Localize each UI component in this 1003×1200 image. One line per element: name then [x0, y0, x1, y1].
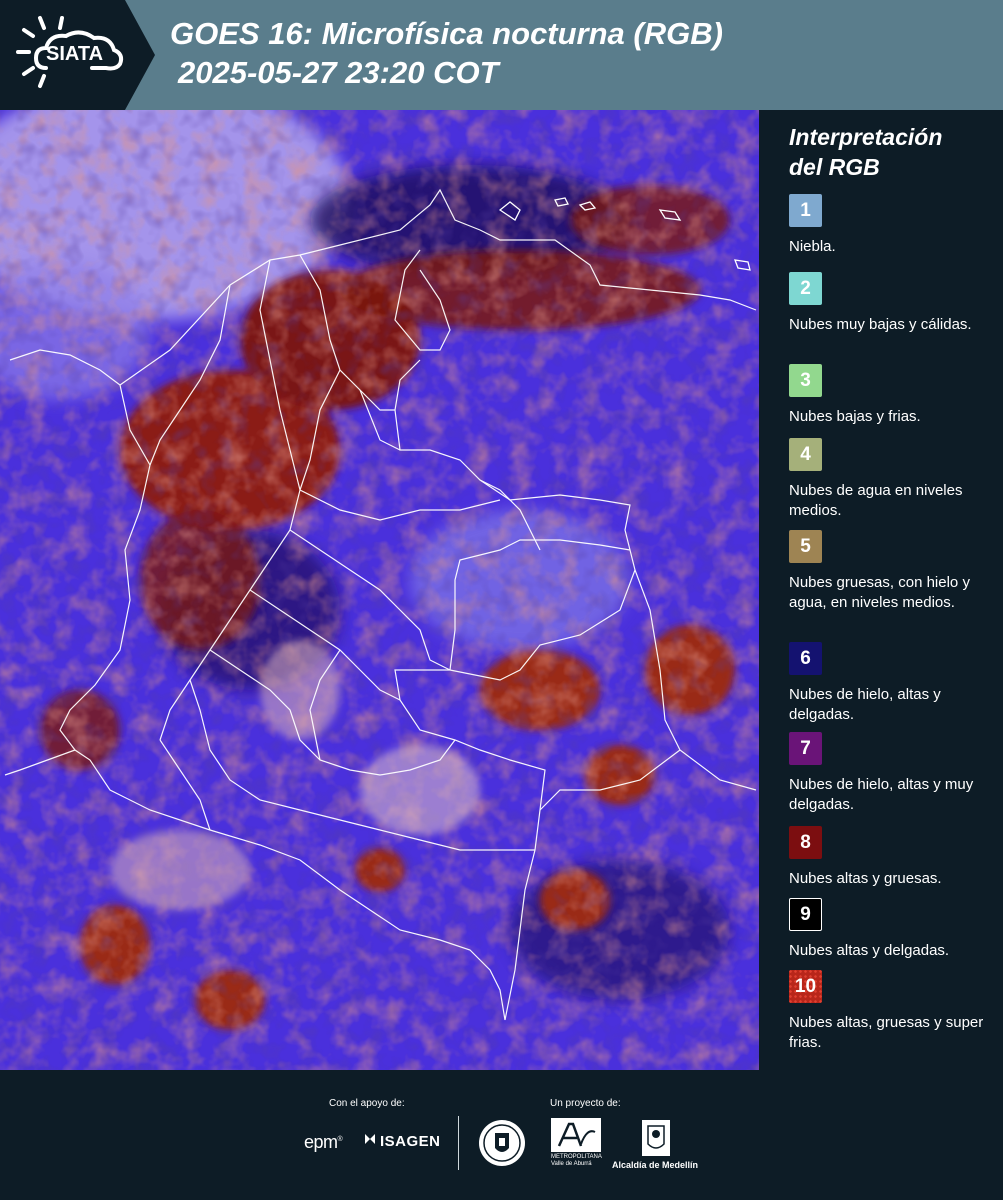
- legend-item-6: 6 Nubes de hielo, altas y delgadas.: [789, 642, 999, 725]
- legend-label: Nubes de hielo, altas y delgadas.: [789, 686, 941, 723]
- legend-item-2: 2 Nubes muy bajas y cálidas.: [789, 272, 999, 335]
- legend-swatch: 5: [789, 530, 822, 563]
- support-label: Con el apoyo de:: [329, 1098, 405, 1109]
- satellite-map: [0, 110, 759, 1070]
- legend-swatch: 9: [789, 898, 822, 931]
- alcaldia-shield-icon: [640, 1118, 672, 1158]
- epm-logo-text: epm: [304, 1132, 338, 1152]
- legend-swatch: 7: [789, 732, 822, 765]
- header-bar: SIATA GOES 16: Microfísica nocturna (RGB…: [0, 0, 1003, 110]
- legend-title-line2: del RGB: [789, 154, 880, 180]
- legend-swatch: 2: [789, 272, 822, 305]
- alcaldia-text: Alcaldía de Medellín: [612, 1160, 699, 1170]
- siata-logo-text: SIATA: [46, 43, 104, 65]
- legend-item-1: 1 Niebla.: [789, 194, 999, 257]
- legend-swatch: 8: [789, 826, 822, 859]
- legend-panel: Interpretación del RGB 1 Niebla. 2 Nubes…: [760, 110, 1003, 1070]
- isagen-logo-text: ISAGEN: [380, 1133, 441, 1150]
- legend-item-4: 4 Nubes de agua en niveles medios.: [789, 438, 999, 521]
- legend-swatch: 3: [789, 364, 822, 397]
- legend-label: Nubes de agua en niveles medios.: [789, 482, 963, 519]
- legend-item-3: 3 Nubes bajas y frias.: [789, 364, 999, 427]
- page-timestamp: 2025-05-27 23:20 COT: [178, 55, 499, 90]
- page-title: GOES 16: Microfísica nocturna (RGB): [170, 16, 723, 51]
- isagen-icon: [363, 1132, 377, 1150]
- legend-title-line1: Interpretación: [789, 124, 943, 150]
- area-metropolitana-text: METROPOLITANA Valle de Aburrá: [551, 1154, 602, 1167]
- legend-item-5: 5 Nubes gruesas, con hielo y agua, en ni…: [789, 530, 999, 613]
- legend-label: Niebla.: [789, 238, 836, 255]
- satellite-image: [0, 110, 759, 1070]
- legend-label: Nubes altas y delgadas.: [789, 942, 950, 959]
- legend-item-7: 7 Nubes de hielo, altas y muy delgadas.: [789, 732, 999, 815]
- legend-label: Nubes altas, gruesas y super frias.: [789, 1014, 984, 1051]
- epm-logo: epm®: [304, 1132, 343, 1152]
- legend-item-8: 8 Nubes altas y gruesas.: [789, 826, 999, 889]
- legend-item-10: 10 Nubes altas, gruesas y super frias.: [789, 970, 999, 1053]
- legend-swatch: 4: [789, 438, 822, 471]
- legend-label: Nubes bajas y frias.: [789, 408, 921, 425]
- legend-label: Nubes gruesas, con hielo y agua, en nive…: [789, 574, 970, 611]
- siata-logo: SIATA: [0, 0, 155, 110]
- legend-label: Nubes altas y gruesas.: [789, 870, 942, 887]
- footer-divider: [458, 1116, 459, 1170]
- university-seal-icon: [477, 1118, 527, 1168]
- legend-swatch: 10: [789, 970, 822, 1003]
- legend-title: Interpretación del RGB: [789, 122, 942, 182]
- legend-label: Nubes muy bajas y cálidas.: [789, 316, 972, 333]
- project-label: Un proyecto de:: [550, 1098, 621, 1109]
- legend-item-9: 9 Nubes altas y delgadas.: [789, 898, 999, 961]
- legend-swatch: 6: [789, 642, 822, 675]
- isagen-logo: ISAGEN: [363, 1132, 441, 1150]
- legend-swatch: 1: [789, 194, 822, 227]
- footer: Con el apoyo de: Un proyecto de: epm® IS…: [0, 1070, 1003, 1200]
- legend-label: Nubes de hielo, altas y muy delgadas.: [789, 776, 974, 813]
